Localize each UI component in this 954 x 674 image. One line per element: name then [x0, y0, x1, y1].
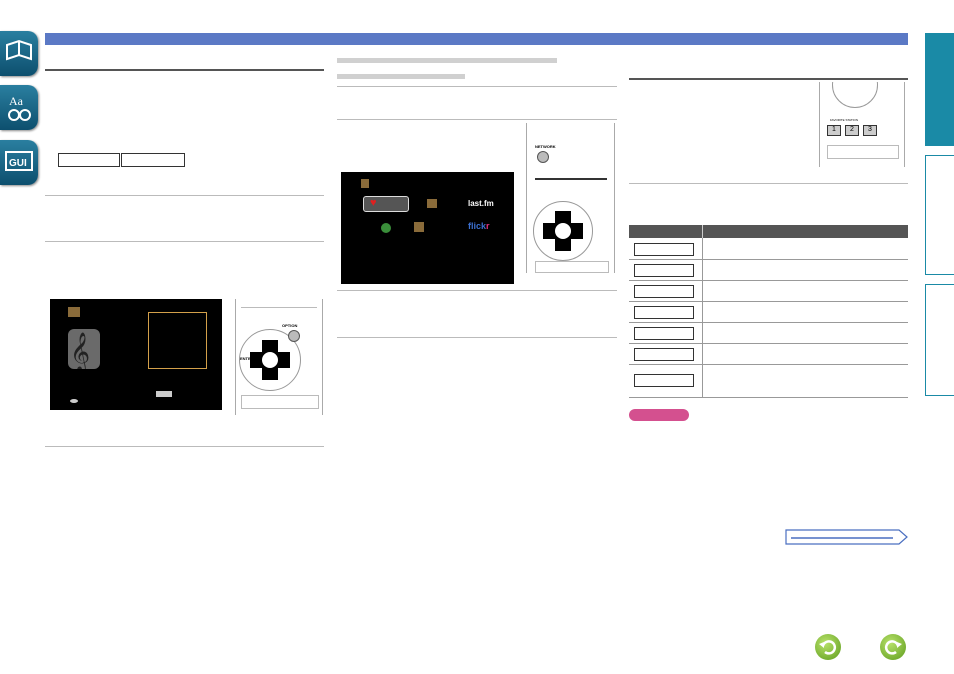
- step-divider: [337, 119, 617, 120]
- section-header-bar: [45, 33, 908, 45]
- table-row: [629, 365, 908, 398]
- table-key: [634, 243, 694, 256]
- remote-row: [241, 395, 319, 409]
- step-divider: [337, 337, 617, 338]
- table-row: [629, 323, 908, 344]
- gui-screen-network-menu: ♥ last.fm flickr: [341, 172, 514, 284]
- table-row: [629, 238, 908, 260]
- table-header-divider: [702, 225, 703, 238]
- gui-tab[interactable]: GUI: [0, 140, 38, 185]
- network-label: NETWORK: [535, 144, 556, 149]
- option-menu-box: [148, 312, 207, 369]
- remote-row: [535, 261, 609, 273]
- table-row: [629, 302, 908, 323]
- note-badge: [629, 409, 689, 421]
- folder-icon: [361, 179, 369, 188]
- remote-row: [535, 178, 607, 188]
- favorite-key-3: 3: [863, 125, 877, 136]
- option-label: OPTION: [282, 323, 298, 328]
- heart-icon: ♥: [370, 197, 377, 209]
- table-key: [634, 374, 694, 387]
- subheading-bar: [337, 74, 465, 79]
- column1-heading-rule: [45, 69, 324, 71]
- step-divider: [45, 446, 324, 447]
- status-indicator: [156, 391, 172, 397]
- table-header: [629, 225, 908, 238]
- enter-label: ENTER: [240, 356, 254, 361]
- remote-row: [827, 145, 899, 159]
- svg-text:𝄞: 𝄞: [70, 332, 90, 369]
- remote-illustration-1: ENTER OPTION: [235, 299, 323, 415]
- flickr-logo: flickr: [468, 221, 490, 231]
- svg-text:GUI: GUI: [9, 158, 27, 169]
- table-row: [629, 344, 908, 365]
- next-page-arrow-icon[interactable]: [785, 529, 909, 550]
- media-server-icon: [427, 199, 437, 208]
- option-button: [288, 330, 300, 342]
- music-note-icon: 𝄞: [68, 329, 100, 373]
- folder-icon: [68, 307, 80, 317]
- table-key: [634, 348, 694, 361]
- step-divider: [45, 195, 324, 196]
- table-key: [634, 306, 694, 319]
- usb-icon: [414, 222, 424, 232]
- right-tab-3[interactable]: [925, 284, 954, 396]
- step-divider: [337, 290, 617, 291]
- right-tab-2[interactable]: [925, 155, 954, 275]
- column3-heading-rule: [629, 78, 908, 80]
- step-divider: [629, 183, 908, 184]
- glossary-tab[interactable]: Aa: [0, 85, 38, 130]
- button-label-2: [121, 153, 185, 167]
- gui-screen-playback: 𝄞: [50, 299, 222, 410]
- table-row: [629, 281, 908, 302]
- favorite-station-label: FAVORITE STATION: [830, 118, 859, 122]
- table-key: [634, 264, 694, 277]
- remote-row: [241, 307, 317, 318]
- remote-illustration-3: 1 2 3 FAVORITE STATION: [819, 82, 905, 167]
- indicator-dot: [70, 399, 78, 403]
- table-key: [634, 285, 694, 298]
- remote-dpad: [832, 82, 878, 108]
- internet-radio-icon: [381, 223, 391, 233]
- network-button: [537, 151, 549, 163]
- remote-dpad: [533, 201, 593, 261]
- favorites-item: ♥: [363, 196, 409, 212]
- back-icon[interactable]: [815, 634, 841, 660]
- forward-icon[interactable]: [880, 634, 906, 660]
- right-tab-active[interactable]: [925, 33, 954, 146]
- remote-illustration-2: NETWORK: [526, 123, 615, 273]
- step-divider: [337, 86, 617, 87]
- favorite-key-2: 2: [845, 125, 859, 136]
- table-row: [629, 260, 908, 281]
- favorite-station-row: 1 2 3: [827, 125, 887, 137]
- heading-bar: [337, 58, 557, 63]
- favorite-key-1: 1: [827, 125, 841, 136]
- button-label-1: [58, 153, 120, 167]
- lastfm-logo: last.fm: [468, 199, 494, 208]
- svg-text:Aa: Aa: [9, 94, 24, 108]
- table-key: [634, 327, 694, 340]
- step-divider: [45, 241, 324, 242]
- manual-tab[interactable]: [0, 31, 38, 76]
